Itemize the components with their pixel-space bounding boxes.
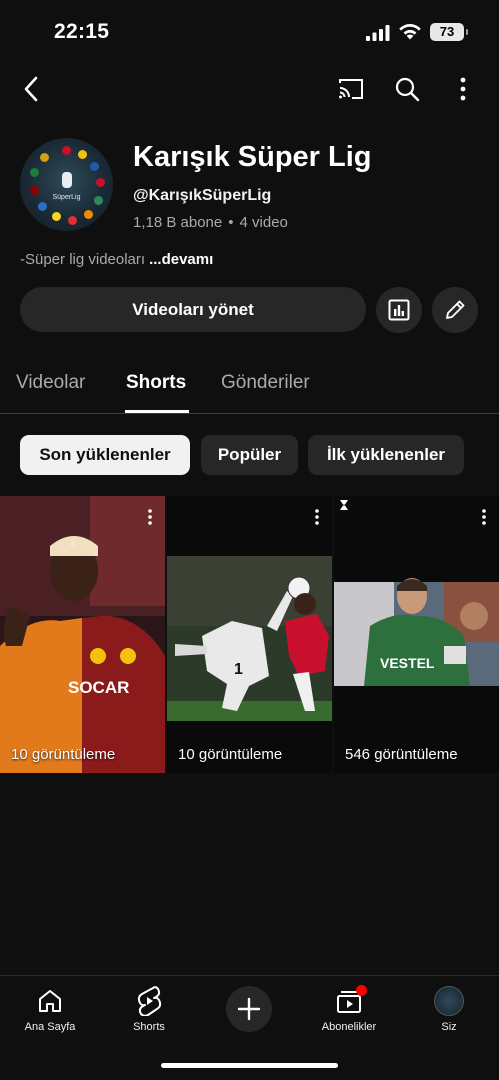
- pencil-icon: [446, 300, 465, 319]
- signal-icon: [366, 25, 390, 41]
- short-thumbnail: VESTEL: [334, 496, 499, 773]
- edit-channel-button[interactable]: [432, 287, 478, 333]
- chevron-left-icon: [24, 76, 38, 102]
- svg-text:VESTEL: VESTEL: [380, 655, 435, 671]
- short-tile[interactable]: 1 10 görüntüleme: [167, 496, 332, 773]
- search-button[interactable]: [390, 72, 424, 106]
- subscriber-count: 1,18 B abone: [133, 214, 223, 231]
- chip-oldest[interactable]: İlk yüklenenler: [308, 435, 464, 475]
- video-count: 4 video: [239, 214, 288, 231]
- short-tile[interactable]: VESTEL 546 görüntüleme: [334, 496, 499, 773]
- short-more-icon[interactable]: [308, 508, 326, 526]
- shorts-icon: [137, 986, 162, 1016]
- plus-icon: [237, 997, 261, 1021]
- create-button[interactable]: [226, 986, 272, 1032]
- nav-subscriptions-label: Abonelikler: [321, 1021, 377, 1033]
- svg-text:SOCAR: SOCAR: [68, 678, 129, 697]
- description-text: -Süper lig videoları: [20, 251, 146, 268]
- active-tab-indicator: [125, 410, 189, 413]
- notification-dot: [356, 985, 367, 996]
- channel-meta: 1,18 B abone • 4 video: [133, 214, 288, 231]
- manage-videos-button[interactable]: Videoları yönet: [20, 287, 366, 332]
- nav-shorts[interactable]: Shorts: [104, 984, 194, 1040]
- channel-avatar[interactable]: SüperLig: [20, 138, 113, 231]
- nav-subscriptions[interactable]: Abonelikler: [304, 984, 394, 1040]
- tab-posts[interactable]: Gönderiler: [221, 372, 310, 394]
- short-views: 546 görüntüleme: [345, 746, 458, 763]
- cast-button[interactable]: [334, 72, 368, 106]
- nav-home[interactable]: Ana Sayfa: [5, 984, 95, 1040]
- channel-handle: @KarışıkSüperLig: [133, 187, 272, 204]
- wifi-icon: [399, 24, 421, 40]
- short-views: 10 görüntüleme: [11, 746, 116, 763]
- svg-text:●: ●: [69, 535, 77, 551]
- search-icon: [395, 77, 420, 102]
- more-options-button[interactable]: [446, 72, 480, 106]
- description-more-link[interactable]: ...devamı: [149, 251, 213, 268]
- home-icon: [39, 990, 61, 1012]
- short-thumbnail: 1: [167, 496, 332, 773]
- battery-indicator: 73: [430, 23, 468, 41]
- more-vert-icon: [460, 77, 466, 101]
- nav-you[interactable]: Siz: [404, 984, 494, 1040]
- short-views: 10 görüntüleme: [178, 746, 283, 763]
- status-time: 22:15: [54, 20, 110, 43]
- short-more-icon[interactable]: [141, 508, 159, 526]
- channel-description[interactable]: -Süper lig videoları ...devamı: [20, 251, 213, 268]
- avatar-logo-text: SüperLig: [52, 194, 81, 201]
- back-button[interactable]: [14, 72, 48, 106]
- channel-tabs: Videolar Shorts Gönderiler: [0, 358, 499, 414]
- profile-avatar: [434, 986, 464, 1016]
- tab-shorts[interactable]: Shorts: [126, 372, 186, 394]
- nav-shorts-label: Shorts: [133, 1021, 165, 1033]
- chip-popular[interactable]: Popüler: [201, 435, 298, 475]
- short-thumbnail: SOCAR ●: [0, 496, 165, 773]
- svg-text:1: 1: [234, 661, 243, 678]
- meta-separator: •: [228, 214, 234, 231]
- tab-videos[interactable]: Videolar: [16, 372, 85, 394]
- chip-latest[interactable]: Son yüklenenler: [20, 435, 190, 475]
- analytics-icon: [388, 299, 410, 321]
- nav-home-label: Ana Sayfa: [24, 1021, 76, 1033]
- home-indicator: [161, 1063, 338, 1068]
- top-bar: [0, 62, 499, 116]
- short-tile[interactable]: SOCAR ● 10 görüntüleme: [0, 496, 165, 773]
- analytics-button[interactable]: [376, 287, 422, 333]
- short-more-icon[interactable]: [475, 508, 493, 526]
- channel-name: Karışık Süper Lig: [133, 141, 372, 173]
- shorts-grid: SOCAR ● 10 görüntüleme 1 10 görüntüleme: [0, 496, 499, 773]
- cast-icon: [339, 79, 363, 99]
- nav-you-label: Siz: [441, 1021, 457, 1033]
- status-bar: 22:15 73: [0, 0, 499, 62]
